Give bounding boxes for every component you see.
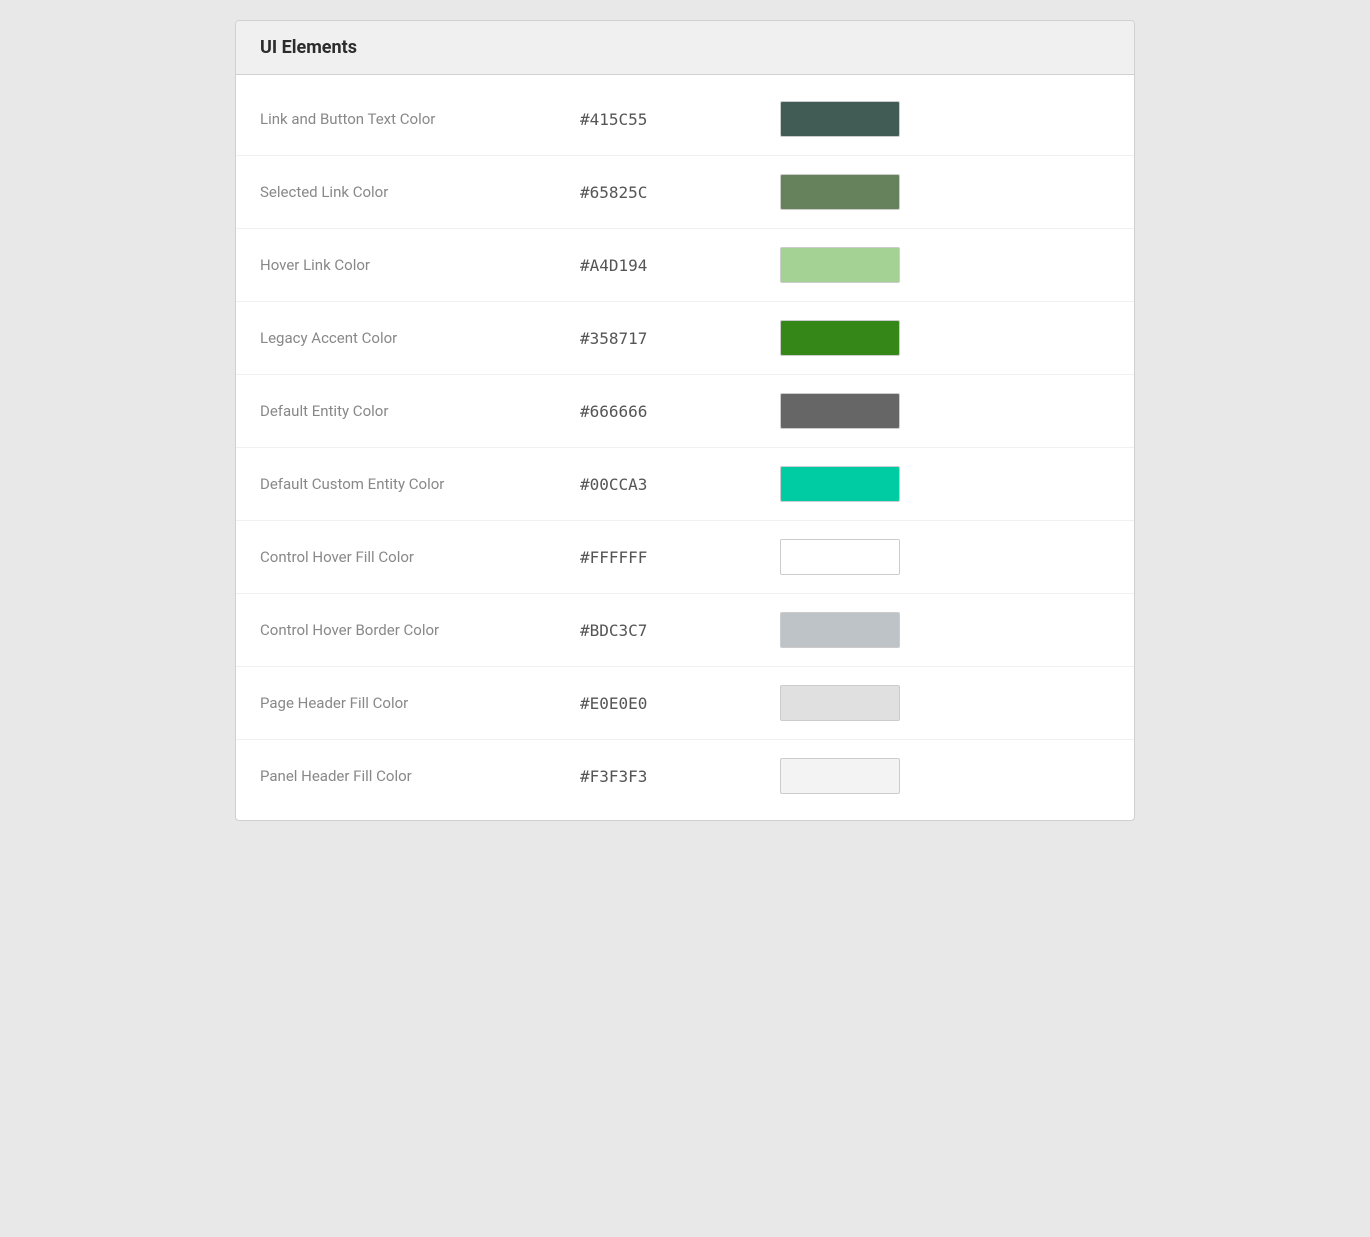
color-hex-value: #BDC3C7 — [580, 621, 780, 640]
panel-title: UI Elements — [260, 37, 357, 58]
color-swatch[interactable] — [780, 466, 900, 502]
color-swatch[interactable] — [780, 247, 900, 283]
color-row[interactable]: Legacy Accent Color#358717 — [236, 302, 1134, 375]
color-hex-value: #A4D194 — [580, 256, 780, 275]
color-swatch[interactable] — [780, 685, 900, 721]
color-hex-value: #FFFFFF — [580, 548, 780, 567]
color-row[interactable]: Panel Header Fill Color#F3F3F3 — [236, 740, 1134, 812]
color-swatch[interactable] — [780, 393, 900, 429]
color-row[interactable]: Hover Link Color#A4D194 — [236, 229, 1134, 302]
color-swatch[interactable] — [780, 101, 900, 137]
color-swatch[interactable] — [780, 539, 900, 575]
color-row[interactable]: Link and Button Text Color#415C55 — [236, 83, 1134, 156]
color-swatch[interactable] — [780, 320, 900, 356]
color-label: Default Custom Entity Color — [260, 475, 580, 493]
color-label: Hover Link Color — [260, 256, 580, 274]
color-row[interactable]: Page Header Fill Color#E0E0E0 — [236, 667, 1134, 740]
color-label: Page Header Fill Color — [260, 694, 580, 712]
color-label: Control Hover Fill Color — [260, 548, 580, 566]
color-row[interactable]: Control Hover Border Color#BDC3C7 — [236, 594, 1134, 667]
ui-elements-panel: UI Elements Link and Button Text Color#4… — [235, 20, 1135, 821]
panel-header: UI Elements — [236, 21, 1134, 75]
color-hex-value: #666666 — [580, 402, 780, 421]
color-swatch[interactable] — [780, 174, 900, 210]
color-row[interactable]: Default Entity Color#666666 — [236, 375, 1134, 448]
color-label: Legacy Accent Color — [260, 329, 580, 347]
color-label: Control Hover Border Color — [260, 621, 580, 639]
color-hex-value: #00CCA3 — [580, 475, 780, 494]
color-hex-value: #358717 — [580, 329, 780, 348]
color-row[interactable]: Selected Link Color#65825C — [236, 156, 1134, 229]
color-label: Selected Link Color — [260, 183, 580, 201]
color-label: Default Entity Color — [260, 402, 580, 420]
color-row[interactable]: Default Custom Entity Color#00CCA3 — [236, 448, 1134, 521]
color-label: Panel Header Fill Color — [260, 767, 580, 785]
panel-body: Link and Button Text Color#415C55Selecte… — [236, 75, 1134, 820]
color-label: Link and Button Text Color — [260, 110, 580, 128]
color-hex-value: #E0E0E0 — [580, 694, 780, 713]
color-swatch[interactable] — [780, 612, 900, 648]
color-hex-value: #F3F3F3 — [580, 767, 780, 786]
color-hex-value: #65825C — [580, 183, 780, 202]
color-swatch[interactable] — [780, 758, 900, 794]
color-hex-value: #415C55 — [580, 110, 780, 129]
color-row[interactable]: Control Hover Fill Color#FFFFFF — [236, 521, 1134, 594]
